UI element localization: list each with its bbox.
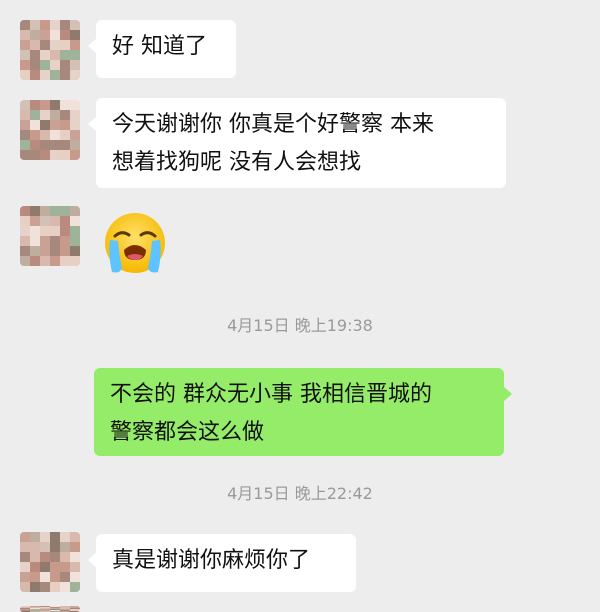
message-text: 真是谢谢你麻烦你了	[112, 548, 311, 573]
outgoing-message-bubble[interactable]: 不会的 群众无小事 我相信晋城的 警察都会这么做	[94, 368, 512, 456]
message-text: 好 知道了	[112, 34, 207, 59]
contact-avatar[interactable]	[20, 532, 80, 592]
contact-avatar[interactable]	[20, 206, 80, 266]
incoming-message-bubble[interactable]: 真是谢谢你麻烦你了	[88, 534, 356, 592]
contact-avatar[interactable]	[20, 20, 80, 80]
timestamp: 4月15日 晚上22:42	[227, 484, 373, 503]
message-text: 警察都会这么做	[110, 420, 265, 445]
contact-avatar[interactable]	[20, 606, 80, 612]
timestamp: 4月15日 晚上19:38	[227, 316, 373, 335]
message-text: 不会的 群众无小事 我相信晋城的	[110, 382, 432, 407]
crying-face-icon[interactable]	[102, 210, 168, 276]
incoming-message-bubble[interactable]: 今天谢谢你 你真是个好警察 本来 想着找狗呢 没有人会想找	[88, 98, 506, 188]
contact-avatar[interactable]	[20, 100, 80, 160]
message-text: 想着找狗呢 没有人会想找	[112, 150, 361, 175]
message-text: 今天谢谢你 你真是个好警察 本来	[112, 112, 434, 137]
chat-view: 好 知道了 今天谢谢你 你真是个好警察 本来 想着找狗呢 没有人会想找 4月15…	[0, 0, 600, 612]
incoming-message-bubble[interactable]: 好 知道了	[88, 20, 236, 78]
